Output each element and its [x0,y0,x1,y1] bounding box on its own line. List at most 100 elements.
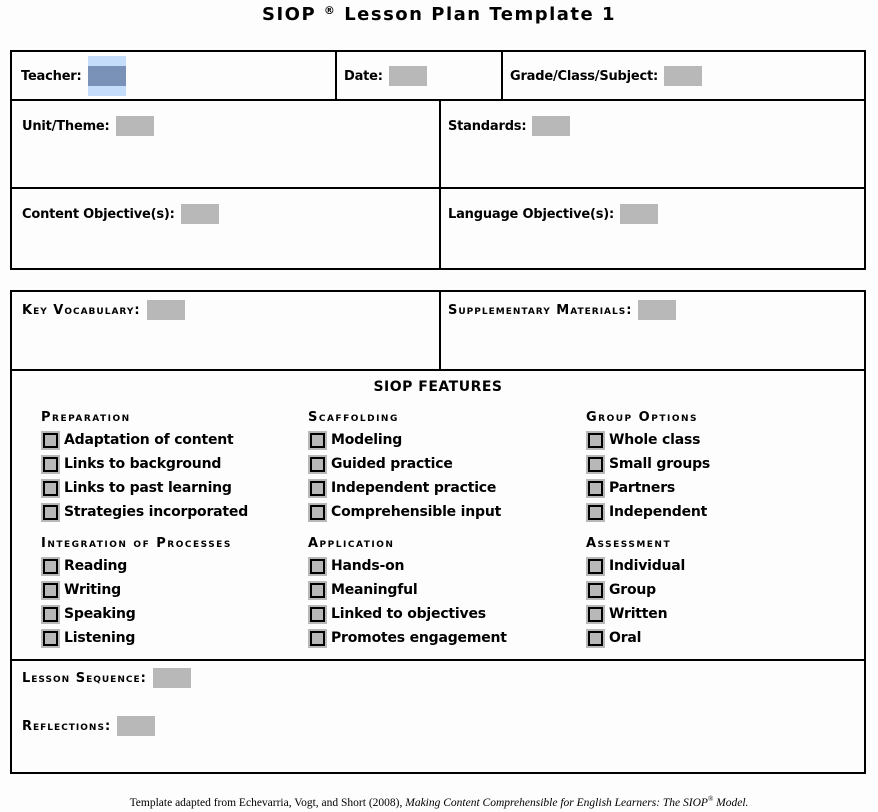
feature-checkbox-item[interactable]: Individual [586,554,685,578]
checkbox-icon[interactable] [586,604,605,624]
reflections-input[interactable] [117,716,156,736]
checkbox-icon[interactable] [41,580,60,600]
checkbox-icon[interactable] [586,502,605,522]
feature-checkbox-item[interactable]: Listening [41,626,232,650]
feature-checkbox-item[interactable]: Independent practice [308,476,501,500]
teacher-input[interactable] [87,66,126,86]
checkbox-icon[interactable] [586,628,605,648]
supplementary-materials-input[interactable] [638,300,677,320]
checkbox-icon[interactable] [586,478,605,498]
feature-checkbox-label: Independent [609,504,708,520]
lesson-sequence-input[interactable] [152,668,191,688]
checkbox-icon[interactable] [308,502,327,522]
checkbox-icon[interactable] [41,556,60,576]
feature-checkbox-item[interactable]: Links to background [41,452,248,476]
date-input[interactable] [388,66,427,86]
feature-checkbox-item[interactable]: Written [586,602,685,626]
grade-class-subject-label: Grade/Class/Subject: [510,68,659,84]
checkbox-icon[interactable] [308,454,327,474]
language-objective-input[interactable] [620,204,659,224]
feature-group-scaffolding: Scaffolding Modeling Guided practice Indepe… [308,408,501,524]
checkbox-icon[interactable] [308,580,327,600]
feature-checkbox-item[interactable]: Strategies incorporated [41,500,248,524]
siop-features-title: SIOP FEATURES [373,379,503,395]
checkbox-icon[interactable] [41,502,60,522]
feature-checkbox-item[interactable]: Writing [41,578,232,602]
feature-checkbox-item[interactable]: Independent [586,500,710,524]
feature-group-application: Application Hands-on Meaningful Linked to o… [308,534,507,650]
feature-checkbox-label: Comprehensible input [331,504,502,520]
feature-group-title: Integration of Processes [41,536,232,551]
feature-checkbox-item[interactable]: Partners [586,476,710,500]
feature-checkbox-label: Group [609,582,657,598]
checkbox-icon[interactable] [586,580,605,600]
checkbox-icon[interactable] [586,430,605,450]
feature-checkbox-label: Written [609,606,668,622]
checkbox-icon[interactable] [308,628,327,648]
unit-field-group: Unit/Theme: [22,116,154,136]
key-vocabulary-input[interactable] [146,300,185,320]
checkbox-icon[interactable] [41,478,60,498]
feature-checkbox-label: Independent practice [331,480,497,496]
feature-checkbox-item[interactable]: Whole class [586,428,710,452]
feature-checkbox-label: Promotes engagement [331,630,507,646]
checkbox-icon[interactable] [586,454,605,474]
divider [12,187,864,189]
feature-checkbox-item[interactable]: Guided practice [308,452,501,476]
checkbox-icon[interactable] [41,604,60,624]
feature-checkbox-item[interactable]: Group [586,578,685,602]
content-objective-input[interactable] [180,204,219,224]
checkbox-icon[interactable] [308,478,327,498]
feature-checkbox-item[interactable]: Links to past learning [41,476,248,500]
standards-input[interactable] [532,116,571,136]
supplementary-materials-field-group: Supplementary Materials: [448,300,677,320]
unit-theme-input[interactable] [115,116,154,136]
key-vocabulary-field-group: Key Vocabulary: [22,300,185,320]
supplementary-materials-label: Supplementary Materials: [448,302,633,318]
feature-checkbox-item[interactable]: Hands-on [308,554,507,578]
checkbox-icon[interactable] [586,556,605,576]
feature-checkbox-label: Guided practice [331,456,453,472]
checkbox-icon[interactable] [41,430,60,450]
citation-suffix: Model. [713,796,749,809]
language-objective-field-group: Language Objective(s): [448,204,659,224]
language-objective-label: Language Objective(s): [448,206,615,222]
feature-checkbox-label: Links to past learning [64,480,232,496]
standards-field-group: Standards: [448,116,571,136]
feature-checkbox-item[interactable]: Reading [41,554,232,578]
feature-checkbox-item[interactable]: Adaptation of content [41,428,248,452]
checkbox-icon[interactable] [308,430,327,450]
feature-checkbox-item[interactable]: Speaking [41,602,232,626]
feature-checkbox-item[interactable]: Modeling [308,428,501,452]
feature-group-title: Application [308,536,395,551]
feature-group-preparation: Preparation Adaptation of content Links to… [41,408,248,524]
checkbox-icon[interactable] [41,454,60,474]
date-label: Date: [344,68,383,84]
feature-checkbox-label: Meaningful [331,582,418,598]
feature-checkbox-label: Oral [609,630,642,646]
checkbox-icon[interactable] [308,604,327,624]
citation-book-title: Making Content Comprehensible for Englis… [405,796,708,809]
lesson-sequence-label: Lesson Sequence: [22,670,147,686]
feature-checkbox-label: Hands-on [331,558,405,574]
checkbox-icon[interactable] [308,556,327,576]
siop-features-section: SIOP FEATURES Preparation Adaptation of c… [12,371,864,659]
feature-checkbox-item[interactable]: Comprehensible input [308,500,501,524]
feature-checkbox-item[interactable]: Small groups [586,452,710,476]
feature-checkbox-label: Partners [609,480,676,496]
feature-checkbox-label: Modeling [331,432,403,448]
feature-checkbox-item[interactable]: Meaningful [308,578,507,602]
divider [439,99,441,270]
feature-group-title: Scaffolding [308,410,399,425]
feature-group-title: Group Options [586,410,698,425]
unit-theme-label: Unit/Theme: [22,118,110,134]
feature-checkbox-item[interactable]: Oral [586,626,685,650]
checkbox-icon[interactable] [41,628,60,648]
registered-mark: ® [323,4,337,17]
feature-checkbox-item[interactable]: Promotes engagement [308,626,507,650]
grade-class-subject-input[interactable] [664,66,703,86]
reflections-label: Reflections: [22,718,112,734]
grade-field-group: Grade/Class/Subject: [510,66,703,86]
feature-checkbox-item[interactable]: Linked to objectives [308,602,507,626]
citation-prefix: Template adapted from Echevarria, Vogt, … [129,796,406,809]
